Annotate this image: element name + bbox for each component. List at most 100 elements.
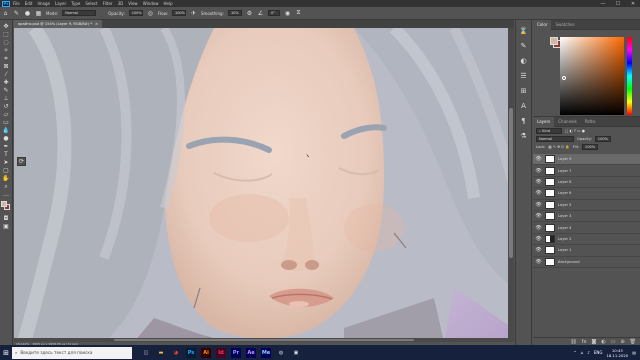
tab-color[interactable]: Color: [533, 19, 552, 30]
adjustment-icon[interactable]: ◐: [601, 339, 605, 345]
layer-row[interactable]: 👁 Layer 9: [533, 154, 640, 166]
angle-field[interactable]: 0°: [267, 10, 280, 16]
group-icon[interactable]: ▭: [611, 339, 616, 345]
link-icon[interactable]: ⛓: [570, 339, 576, 345]
layer-row[interactable]: 👁 Layer 8: [533, 177, 640, 189]
fx-icon[interactable]: fx: [582, 339, 587, 345]
foreground-color-swatch[interactable]: [1, 201, 7, 207]
layer-row[interactable]: 👁 Layer 1: [533, 245, 640, 257]
tray-arrow-icon[interactable]: ⌃: [573, 350, 576, 355]
menu-edit[interactable]: Edit: [25, 1, 33, 6]
stamp-icon[interactable]: ⊥: [2, 95, 11, 102]
move-icon[interactable]: ✥: [2, 23, 11, 30]
path-select-icon[interactable]: ➤: [2, 159, 11, 166]
explorer-icon[interactable]: ▬: [156, 348, 166, 358]
filter-icons[interactable]: ▢ ◐ T ▭ ●: [565, 129, 585, 133]
more-tools-icon[interactable]: …: [2, 191, 11, 198]
tab-swatches[interactable]: Swatches: [551, 20, 578, 30]
history-panel-icon[interactable]: ⌛: [519, 26, 528, 35]
minimize-button[interactable]: —: [598, 1, 608, 7]
marquee-icon[interactable]: ⬚: [2, 31, 11, 38]
gradient-icon[interactable]: ▭: [2, 119, 11, 126]
flow-field[interactable]: 100%: [171, 10, 186, 16]
menu-3d[interactable]: 3D: [118, 1, 124, 6]
quick-select-icon[interactable]: ✧: [2, 47, 11, 54]
type-icon[interactable]: T: [2, 151, 11, 158]
task-view-icon[interactable]: ◫: [141, 348, 151, 358]
menu-window[interactable]: Window: [143, 1, 159, 6]
layer-row[interactable]: 👁 Layer 3: [533, 211, 640, 223]
vertical-scroll-thumb[interactable]: [509, 108, 513, 258]
brush-icon[interactable]: ✎: [2, 87, 11, 94]
notifications-icon[interactable]: ▤: [632, 350, 636, 355]
obs-icon[interactable]: ◍: [276, 348, 286, 358]
vertical-scrollbar[interactable]: [508, 28, 514, 342]
home-icon[interactable]: ⌂: [2, 10, 9, 17]
menu-layer[interactable]: Layer: [55, 1, 66, 6]
adjustments-panel-icon[interactable]: ◐: [519, 56, 528, 65]
after-effects-icon[interactable]: Ae: [246, 347, 256, 358]
saturation-value-field[interactable]: [560, 37, 624, 115]
layer-row[interactable]: 👁 Layer 2: [533, 234, 640, 246]
menu-image[interactable]: Image: [37, 1, 50, 6]
menu-select[interactable]: Select: [85, 1, 97, 6]
hue-slider[interactable]: [627, 37, 632, 115]
brush-preset-icon[interactable]: ✎: [13, 10, 20, 17]
crop-icon[interactable]: ⌗: [2, 55, 11, 62]
visibility-eye-icon[interactable]: 👁: [535, 259, 542, 265]
pressure-size-icon[interactable]: ◉: [284, 10, 291, 17]
close-button[interactable]: ✕: [628, 1, 638, 7]
maximize-button[interactable]: ☐: [613, 1, 623, 7]
paragraph-panel-icon[interactable]: ¶: [519, 116, 528, 125]
layer-row[interactable]: 👁 Layer 4: [533, 222, 640, 234]
kind-filter[interactable]: ⌕ Kind: [536, 128, 562, 134]
tab-channels[interactable]: Channels: [554, 117, 581, 127]
fill-field[interactable]: 100%: [581, 144, 599, 150]
history-brush-icon[interactable]: ↺: [2, 103, 11, 110]
tab-layers[interactable]: Layers: [533, 116, 555, 127]
dodge-icon[interactable]: ●: [2, 135, 11, 142]
shape-icon[interactable]: ▢: [2, 167, 11, 174]
hand-icon[interactable]: ✋: [2, 175, 11, 182]
airbrush-icon[interactable]: ✈: [190, 10, 197, 17]
menu-type[interactable]: Type: [71, 1, 80, 6]
canvas[interactable]: [14, 28, 514, 342]
pressure-opacity-icon[interactable]: ◎: [147, 10, 154, 17]
visibility-eye-icon[interactable]: 👁: [535, 168, 542, 174]
new-layer-icon[interactable]: ⊕: [620, 339, 624, 345]
network-icon[interactable]: ⌂: [581, 350, 584, 355]
character-panel-icon[interactable]: A: [519, 101, 528, 110]
visibility-eye-icon[interactable]: 👁: [535, 202, 542, 208]
mask-icon[interactable]: ◙: [591, 339, 596, 345]
visibility-eye-icon[interactable]: 👁: [535, 156, 542, 162]
pen-icon[interactable]: ✒: [2, 143, 11, 150]
lasso-icon[interactable]: ◌: [2, 39, 11, 46]
layer-row[interactable]: 👁 Background: [533, 257, 640, 268]
canvas-rotate-icon[interactable]: ⟳: [17, 157, 26, 166]
quick-mask-icon[interactable]: ◘: [2, 215, 11, 222]
visibility-eye-icon[interactable]: 👁: [535, 225, 542, 231]
mode-select[interactable]: Normal: [62, 10, 97, 16]
visibility-eye-icon[interactable]: 👁: [535, 179, 542, 185]
close-tab-icon[interactable]: ×: [95, 22, 98, 26]
tab-paths[interactable]: Paths: [581, 117, 600, 127]
layer-opacity-field[interactable]: 100%: [594, 136, 612, 142]
menu-view[interactable]: View: [128, 1, 138, 6]
layer-row[interactable]: 👁 Layer 6: [533, 188, 640, 200]
frame-icon[interactable]: ⊠: [2, 63, 11, 70]
clock[interactable]: 10:43 18.11.2020: [606, 348, 628, 358]
app-icon[interactable]: ▣: [291, 348, 301, 358]
zoom-icon[interactable]: ⌕: [2, 183, 11, 190]
brush-settings-panel-icon[interactable]: ✎: [519, 41, 528, 50]
visibility-eye-icon[interactable]: 👁: [535, 213, 542, 219]
brush-size-icon[interactable]: ●: [24, 10, 31, 17]
blur-icon[interactable]: 💧: [2, 127, 11, 134]
color-picker-cursor[interactable]: [562, 76, 566, 80]
eraser-icon[interactable]: ▱: [2, 111, 11, 118]
styles-panel-icon[interactable]: ⊞: [519, 86, 528, 95]
language-indicator[interactable]: ENG: [594, 350, 603, 355]
photoshop-icon[interactable]: Ps: [186, 347, 196, 358]
menu-file[interactable]: File: [13, 1, 20, 6]
symmetry-icon[interactable]: ⧖: [295, 9, 302, 17]
menu-filter[interactable]: Filter: [103, 1, 113, 6]
